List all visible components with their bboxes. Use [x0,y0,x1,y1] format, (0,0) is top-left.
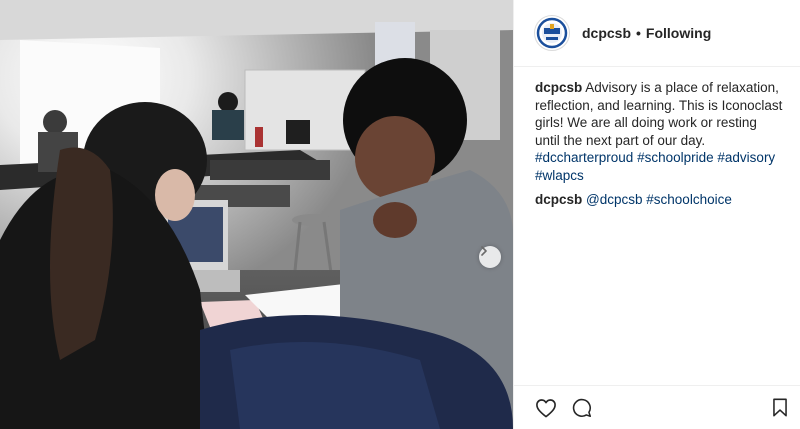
instagram-post: dcpcsb • Following dcpcsb Advisory is a … [0,0,800,429]
following-button[interactable]: Following [646,25,711,41]
heart-icon [536,398,556,417]
post-photo[interactable] [0,0,513,429]
hashtag-link[interactable]: #wlapcs [535,168,584,183]
separator-dot: • [636,25,641,41]
caption: dcpcsb Advisory is a place of relaxation… [535,79,784,184]
save-button[interactable] [772,398,788,417]
like-button[interactable] [535,398,557,418]
header-username[interactable]: dcpcsb [582,25,631,41]
next-photo-button[interactable] [479,246,501,268]
hashtag-link[interactable]: #schoolpride [637,150,714,165]
classroom-photo [0,0,513,429]
caption-username[interactable]: dcpcsb [535,80,582,95]
avatar[interactable] [534,15,570,51]
header-text: dcpcsb • Following [582,25,711,41]
comment-button[interactable] [571,397,592,418]
comment-bubble-icon [572,398,592,418]
comment-username[interactable]: dcpcsb [535,192,582,207]
chevron-right-icon [481,246,487,256]
hashtag-link[interactable]: #advisory [717,150,775,165]
action-bar [514,385,800,429]
dcpcsb-logo-icon [536,17,568,49]
comment-item: dcpcsb @dcpcsb #schoolchoice [535,191,784,209]
post-sidebar: dcpcsb • Following dcpcsb Advisory is a … [513,0,800,429]
hashtag-link[interactable]: #schoolchoice [646,192,732,207]
post-header: dcpcsb • Following [514,0,800,67]
bookmark-icon [773,398,787,417]
comments-list: dcpcsb Advisory is a place of relaxation… [514,67,800,209]
mention-link[interactable]: @dcpcsb [586,192,642,207]
hashtag-link[interactable]: #dccharterproud [535,150,633,165]
